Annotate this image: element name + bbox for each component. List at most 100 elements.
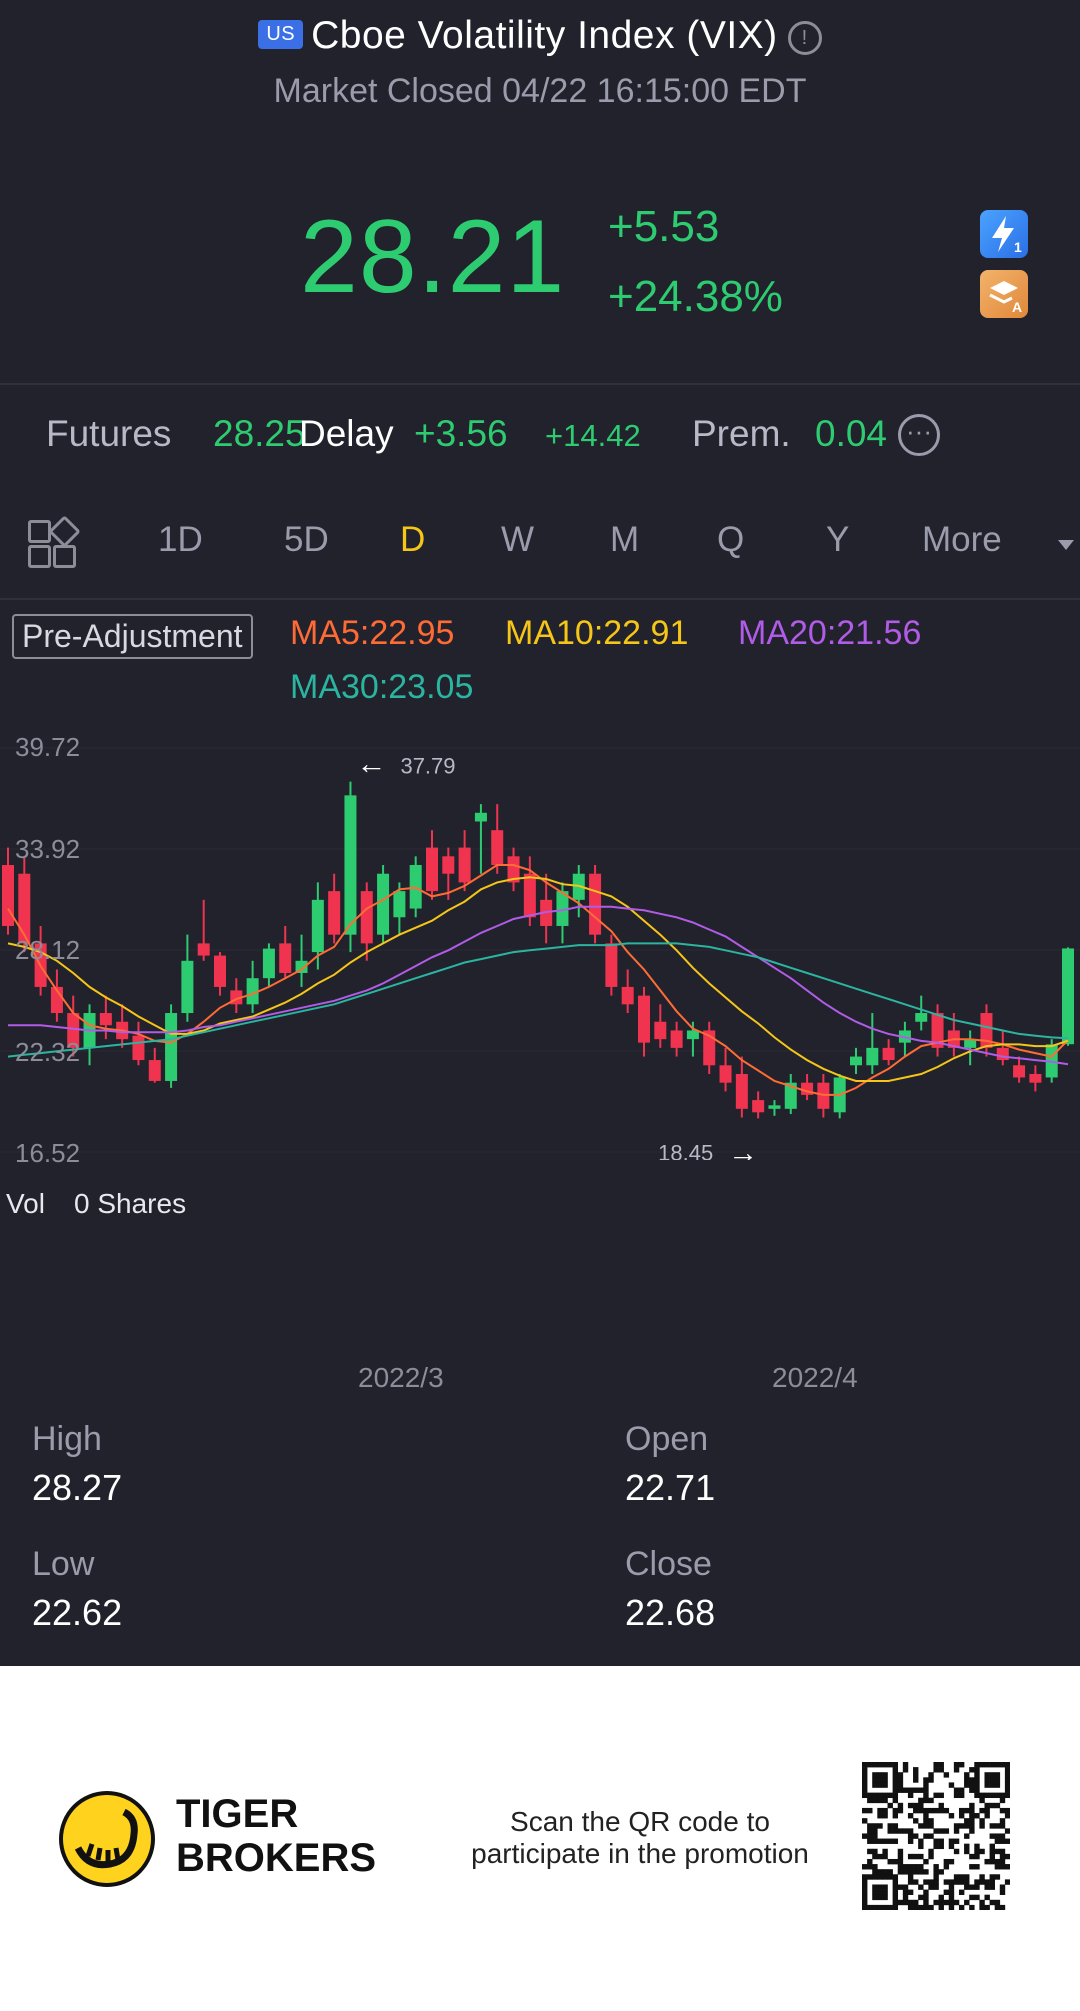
qr-module [994, 1848, 1001, 1855]
qr-module [943, 1772, 950, 1778]
qr-module [958, 1762, 965, 1768]
qr-module [999, 1797, 1006, 1804]
svg-text:A: A [1012, 299, 1022, 315]
tab-d[interactable]: D [400, 520, 425, 560]
qr-module [994, 1838, 1001, 1844]
candle-body [719, 1065, 732, 1083]
qr-module [872, 1777, 878, 1783]
qr-module [928, 1777, 934, 1783]
qr-module [897, 1864, 904, 1870]
qr-module [999, 1792, 1006, 1799]
candle [703, 1021, 716, 1074]
qr-module [877, 1853, 883, 1860]
qr-module [1004, 1772, 1010, 1778]
qr-module [867, 1858, 873, 1865]
qr-module [882, 1848, 888, 1855]
qr-module [862, 1818, 868, 1824]
grid-icon[interactable] [28, 515, 81, 568]
stack-icon[interactable]: A [980, 270, 1028, 318]
qr-module [907, 1787, 914, 1793]
qr-code-image [862, 1762, 1010, 1910]
candle-body [214, 955, 226, 987]
qr-module [923, 1904, 929, 1910]
qr-module [1004, 1828, 1010, 1834]
qr-module [969, 1853, 975, 1860]
qr-module [974, 1782, 980, 1788]
qr-module [913, 1904, 919, 1910]
qr-module [887, 1828, 893, 1834]
qr-module [907, 1813, 914, 1819]
tab-1d[interactable]: 1D [158, 520, 203, 560]
qr-module [979, 1792, 985, 1799]
chevron-down-icon[interactable] [1058, 540, 1074, 550]
qr-module [892, 1899, 899, 1906]
qr-module [938, 1792, 944, 1799]
candle-body [458, 847, 471, 883]
more-options-icon[interactable]: ··· [898, 414, 940, 456]
tab-m[interactable]: M [610, 520, 639, 560]
qr-module [989, 1833, 995, 1839]
qr-module [897, 1782, 904, 1788]
candle [589, 865, 602, 944]
candle-body [1013, 1065, 1026, 1078]
qr-module [994, 1904, 1001, 1910]
qr-module [1004, 1777, 1010, 1783]
qr-module [887, 1823, 893, 1829]
qr-module [984, 1792, 990, 1799]
qr-module [938, 1767, 944, 1773]
qr-module [1004, 1782, 1010, 1788]
qr-module [1004, 1879, 1010, 1885]
qr-module [913, 1869, 919, 1875]
tab-y[interactable]: Y [826, 520, 849, 560]
ma5-value: MA5:22.95 [290, 614, 455, 652]
candle [295, 934, 308, 987]
lightning-icon[interactable]: 1 [980, 210, 1028, 258]
qr-module [989, 1762, 995, 1768]
candle-body [442, 856, 455, 874]
qr-module [953, 1792, 960, 1799]
qr-module [1004, 1787, 1010, 1793]
qr-module [918, 1884, 924, 1890]
info-icon[interactable]: ! [787, 21, 822, 55]
qr-module [877, 1838, 883, 1844]
qr-module [877, 1762, 883, 1768]
pre-adjustment-toggle[interactable]: Pre-Adjustment [12, 614, 253, 659]
qr-module [923, 1787, 929, 1793]
qr-module [902, 1889, 909, 1895]
qr-module [918, 1802, 924, 1809]
promo-text: Scan the QR code to participate in the p… [440, 1806, 840, 1870]
qr-module [867, 1823, 873, 1829]
qr-module [969, 1894, 975, 1901]
header: US Cboe Volatility Index (VIX)! Market Cl… [0, 0, 1080, 150]
qr-module [948, 1858, 955, 1865]
low-value: 22.62 [32, 1592, 123, 1633]
qr-module [969, 1823, 975, 1829]
qr-module [984, 1802, 990, 1809]
candle-body [996, 1047, 1009, 1061]
qr-module [918, 1904, 924, 1910]
qr-module [862, 1807, 868, 1814]
qr-module [994, 1777, 1001, 1783]
qr-module [989, 1782, 995, 1788]
qr-module [938, 1807, 944, 1814]
qr-module [872, 1838, 878, 1844]
qr-module [933, 1879, 939, 1885]
qr-module [907, 1833, 914, 1839]
tab-w[interactable]: W [501, 520, 534, 560]
candle [279, 925, 292, 979]
candlestick-chart[interactable]: ← 37.79 18.45 → [0, 730, 1080, 1160]
qr-module [918, 1869, 924, 1875]
candle-body [148, 1060, 161, 1081]
qr-module [948, 1838, 955, 1844]
qr-module [892, 1889, 899, 1895]
candle [556, 882, 569, 944]
candle [752, 1091, 765, 1119]
candle [458, 830, 471, 892]
tab-more[interactable]: More [922, 520, 1002, 560]
qr-module [923, 1797, 929, 1804]
qr-module [897, 1807, 904, 1814]
qr-module [892, 1772, 899, 1778]
tab-5d[interactable]: 5D [284, 520, 329, 560]
qr-module [892, 1762, 899, 1768]
tab-q[interactable]: Q [717, 520, 744, 560]
